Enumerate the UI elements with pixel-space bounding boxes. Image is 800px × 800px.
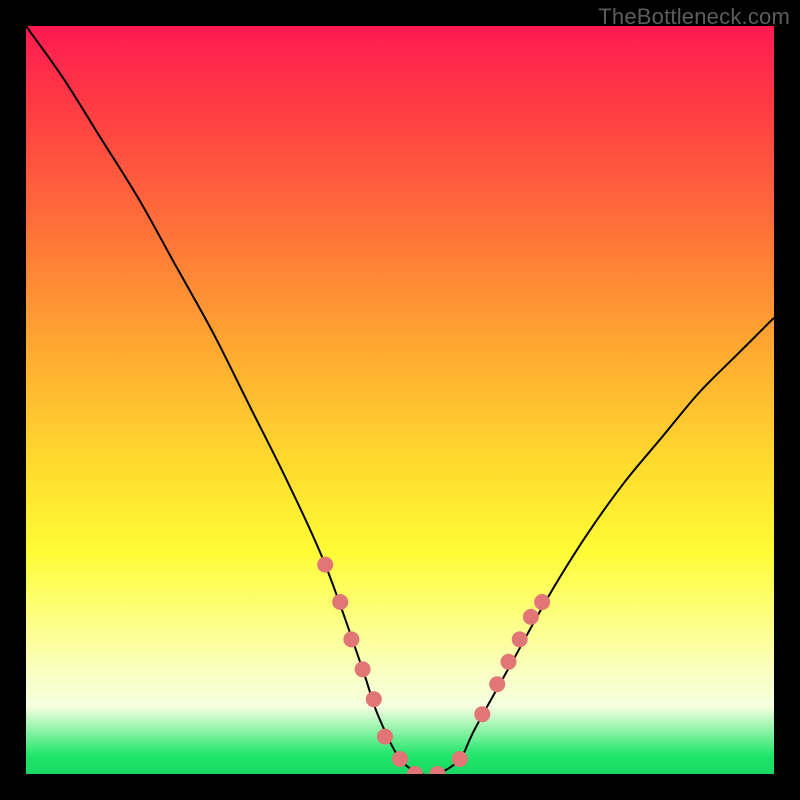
curve-marker	[429, 766, 445, 774]
curve-marker	[534, 594, 550, 610]
chart-plot-area	[26, 26, 774, 774]
curve-marker	[332, 594, 348, 610]
curve-marker	[343, 631, 359, 647]
curve-marker	[392, 751, 408, 767]
curve-marker	[355, 661, 371, 677]
bottleneck-curve	[26, 26, 774, 774]
curve-marker	[474, 706, 490, 722]
curve-marker	[489, 676, 505, 692]
curve-line	[26, 26, 774, 774]
curve-marker	[452, 751, 468, 767]
curve-marker	[512, 631, 528, 647]
curve-marker	[317, 557, 333, 573]
curve-marker	[366, 691, 382, 707]
curve-marker	[501, 654, 517, 670]
watermark-text: TheBottleneck.com	[598, 4, 790, 30]
curve-marker	[523, 609, 539, 625]
curve-marker	[377, 729, 393, 745]
